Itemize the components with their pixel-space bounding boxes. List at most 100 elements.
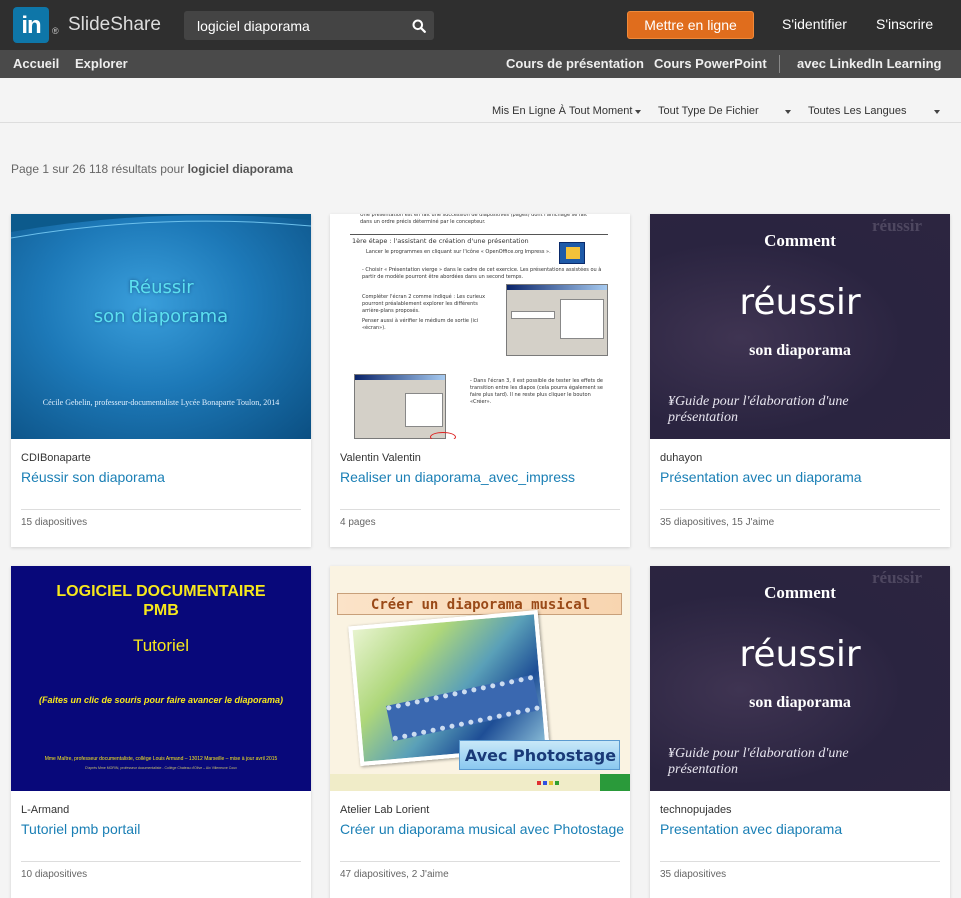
thumb-line3: Tutoriel: [132, 636, 190, 655]
thumb-line3: son diaporama: [749, 694, 851, 711]
result-card[interactable]: Une présentation est en fait une success…: [330, 214, 630, 547]
nav-home[interactable]: Accueil: [13, 56, 59, 71]
search-icon: [412, 19, 426, 33]
linkedin-logo[interactable]: in: [13, 7, 49, 43]
card-title[interactable]: Créer un diaporama musical avec Photosta…: [340, 821, 624, 837]
card-author[interactable]: Valentin Valentin: [340, 452, 421, 464]
card-meta: 4 pages: [340, 517, 376, 528]
card-divider: [340, 509, 620, 510]
results-summary: Page 1 sur 26 118 résultats pour logicie…: [11, 162, 293, 176]
color-dot: [555, 781, 559, 785]
nav-bar: Accueil Explorer Cours de présentation C…: [0, 50, 961, 78]
chevron-down-icon[interactable]: [934, 110, 940, 114]
slide-thumbnail[interactable]: Une présentation est en fait une success…: [330, 214, 630, 439]
slide-thumbnail[interactable]: réussir Comment réussir son diaporama ¥G…: [650, 214, 950, 439]
filter-filetype[interactable]: Tout Type De Fichier: [658, 105, 759, 117]
thumb-line3: son diaporama: [749, 342, 851, 359]
result-card[interactable]: Créer un diaporama musical Avec Photosta…: [330, 566, 630, 898]
thumb-footer2: D'après Mme MORIN, professeur documental…: [85, 766, 237, 770]
upload-button[interactable]: Mettre en ligne: [627, 11, 754, 39]
card-meta: 47 diapositives, 2 J'aime: [340, 869, 449, 880]
card-title[interactable]: Réussir son diaporama: [21, 469, 165, 485]
thumb-text: Une présentation est en fait une success…: [360, 214, 588, 225]
result-card[interactable]: LOGICIEL DOCUMENTAIRE PMB Tutoriel (Faite…: [11, 566, 311, 898]
filter-bar: Mis En Ligne À Tout Moment Tout Type De …: [0, 78, 961, 123]
thumb-badge: Avec Photostage: [459, 740, 620, 770]
thumb-line2: réussir: [739, 282, 861, 323]
filter-language[interactable]: Toutes Les Langues: [808, 105, 906, 117]
card-meta: 35 diapositives, 15 J'aime: [660, 517, 775, 528]
impress-icon: [559, 242, 585, 264]
result-card[interactable]: réussir Comment réussir son diaporama ¥G…: [650, 214, 950, 547]
thumb-text: - Dans l'écran 3, il est possible de tes…: [470, 378, 603, 405]
brand-name[interactable]: SlideShare: [68, 14, 161, 36]
registered-mark: ®: [52, 26, 59, 36]
card-title[interactable]: Realiser un diaporama_avec_impress: [340, 469, 575, 485]
card-author[interactable]: Atelier Lab Lorient: [340, 804, 429, 816]
card-author[interactable]: duhayon: [660, 452, 702, 464]
thumb-text: Compléter l'écran 2 comme indiqué : Les …: [362, 294, 486, 314]
thumb-title-line1: Réussir: [128, 277, 194, 298]
login-link[interactable]: S'identifier: [782, 16, 847, 32]
card-author[interactable]: L-Armand: [21, 804, 69, 816]
slide-thumbnail[interactable]: réussir Comment réussir son diaporama ¥G…: [650, 566, 950, 791]
card-divider: [340, 861, 620, 862]
thumb-line1: Comment: [764, 231, 836, 250]
card-divider: [660, 509, 940, 510]
chevron-down-icon[interactable]: [785, 110, 791, 114]
thumb-text: Lancer le programmes en cliquant sur l'i…: [366, 249, 551, 255]
card-author[interactable]: CDIBonaparte: [21, 452, 91, 464]
nav-presentation-courses[interactable]: Cours de présentation: [506, 56, 644, 71]
result-card[interactable]: réussir Comment réussir son diaporama ¥G…: [650, 566, 950, 898]
card-meta: 10 diapositives: [21, 869, 88, 880]
thumb-line4: ¥Guide pour l'élaboration d'une présenta…: [668, 746, 849, 777]
screenshot-image: [506, 284, 608, 356]
thumb-line4: (Faites un clic de souris pour faire ava…: [38, 695, 284, 705]
signup-link[interactable]: S'inscrire: [876, 16, 933, 32]
screenshot-image: [354, 374, 446, 439]
chevron-down-icon[interactable]: [635, 110, 641, 114]
thumb-line4: ¥Guide pour l'élaboration d'une présenta…: [668, 394, 849, 425]
thumb-banner: Créer un diaporama musical: [337, 593, 622, 615]
card-divider: [21, 509, 301, 510]
thumb-rule: [350, 234, 608, 235]
nav-linkedin-learning[interactable]: avec LinkedIn Learning: [797, 56, 942, 71]
results-query: logiciel diaporama: [187, 162, 293, 176]
thumb-heading: 1ère étape : l'assistant de création d'u…: [352, 237, 529, 245]
filter-time[interactable]: Mis En Ligne À Tout Moment: [492, 105, 632, 117]
card-meta: 15 diapositives: [21, 517, 88, 528]
color-dot: [543, 781, 547, 785]
thumb-line2: réussir: [739, 634, 861, 675]
thumb-line1: Comment: [764, 583, 836, 602]
slide-thumbnail[interactable]: LOGICIEL DOCUMENTAIRE PMB Tutoriel (Faite…: [11, 566, 311, 791]
results-count: Page 1 sur 26 118 résultats pour: [11, 162, 185, 176]
card-title[interactable]: Presentation avec diaporama: [660, 821, 842, 837]
thumb-text: Penser aussi à vérifier le médium de sor…: [362, 318, 479, 331]
highlight-circle: [430, 432, 456, 439]
nav-powerpoint-courses[interactable]: Cours PowerPoint: [654, 56, 767, 71]
card-author[interactable]: technopujades: [660, 804, 732, 816]
card-title[interactable]: Présentation avec un diaporama: [660, 469, 862, 485]
card-title[interactable]: Tutoriel pmb portail: [21, 821, 140, 837]
nav-explore[interactable]: Explorer: [75, 56, 128, 71]
thumb-stripe: [330, 774, 630, 791]
card-meta: 35 diapositives: [660, 869, 727, 880]
slide-thumbnail[interactable]: Créer un diaporama musical Avec Photosta…: [330, 566, 630, 791]
color-dot: [549, 781, 553, 785]
color-dot: [537, 781, 541, 785]
top-bar: in ® SlideShare Mettre en ligne S'identi…: [0, 0, 961, 50]
search-box: [184, 11, 434, 40]
card-divider: [660, 861, 940, 862]
result-card[interactable]: Réussir son diaporama Cécile Gebelin, pr…: [11, 214, 311, 547]
thumb-stripe: [600, 774, 630, 791]
thumb-footer: Cécile Gebelin, professeur-documentalist…: [42, 398, 280, 407]
thumb-title-line2: son diaporama: [93, 306, 229, 327]
search-button[interactable]: [404, 11, 434, 40]
thumb-footer: Mme Maître, professeur documentaliste, c…: [44, 756, 278, 762]
card-divider: [21, 861, 301, 862]
search-input[interactable]: [184, 11, 404, 40]
thumb-line1: LOGICIEL DOCUMENTAIRE PMB: [56, 583, 266, 619]
nav-divider: [779, 55, 780, 73]
thumb-text: - Choisir « Présentation vierge » dans l…: [362, 267, 602, 280]
slide-thumbnail[interactable]: Réussir son diaporama Cécile Gebelin, pr…: [11, 214, 311, 439]
